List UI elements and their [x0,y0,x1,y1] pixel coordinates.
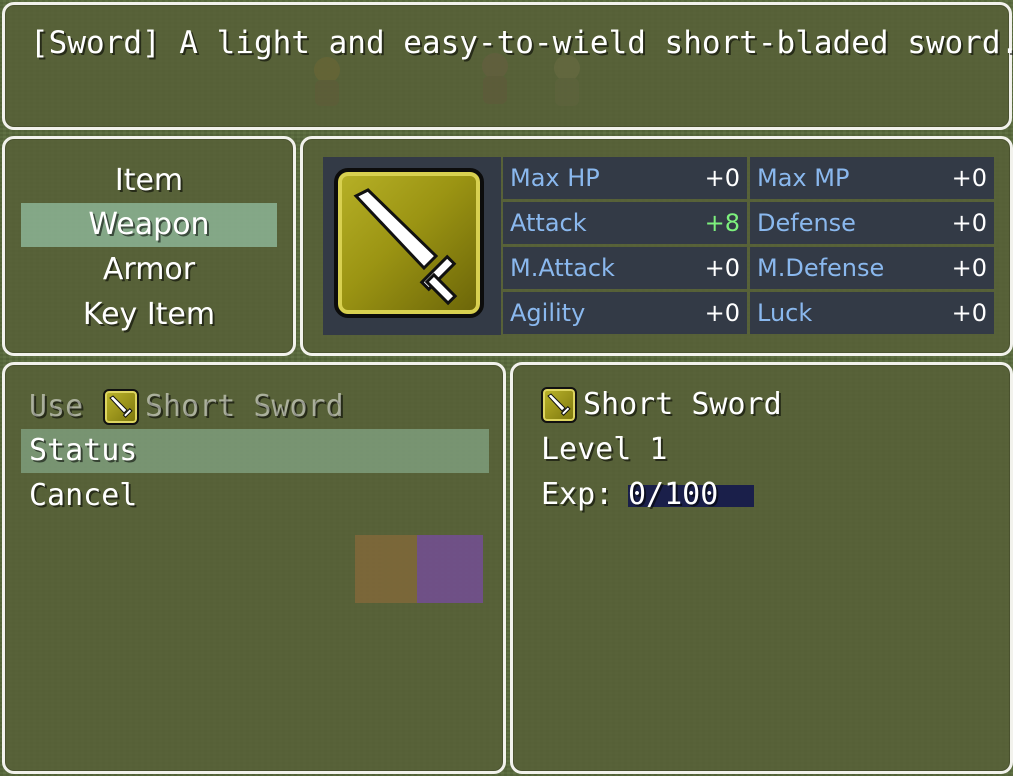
item-level: Level 1 [541,432,668,467]
stat-cell: M.Defense +0 [750,247,994,289]
stat-cell: Attack +8 [503,202,747,244]
item-command-window: Use Short Sword Status Cancel [2,362,506,774]
stat-label: Luck [757,299,813,327]
stat-cell: Max HP +0 [503,157,747,199]
stat-value: +0 [951,299,987,327]
stat-value: +0 [704,299,740,327]
item-detail-window: Short Sword Level 1 Exp: 0/100 [510,362,1013,774]
use-label: Use [29,389,84,424]
stat-label: Defense [757,209,856,237]
stat-cell: Luck +0 [750,292,994,334]
stat-value-increase: +8 [704,209,740,237]
sword-icon [334,168,484,318]
stat-value: +0 [951,209,987,237]
status-label: Status [29,433,138,468]
stat-cell: M.Attack +0 [503,247,747,289]
use-item-name: Short Sword [145,389,344,424]
use-item-command[interactable]: Use Short Sword [21,385,489,429]
item-description: [Sword] A light and easy-to-wield short-… [30,25,1013,61]
stat-value: +0 [951,254,987,282]
stat-label: Agility [510,299,586,327]
stat-label: Attack [510,209,587,237]
sword-icon [541,387,577,423]
item-icon-panel [323,157,501,335]
stat-label: M.Defense [757,254,885,282]
stat-value: +0 [704,254,740,282]
stat-cell: Max MP +0 [750,157,994,199]
category-armor[interactable]: Armor [21,248,277,292]
cancel-label: Cancel [29,478,138,513]
stat-cell: Agility +0 [503,292,747,334]
cancel-command[interactable]: Cancel [21,474,489,518]
equip-stats-window: Max HP +0 Max MP +0 Attack +8 Defense +0… [300,136,1013,356]
status-command[interactable]: Status [21,429,489,473]
item-name: Short Sword [583,387,782,422]
category-key-item[interactable]: Key Item [21,293,277,337]
stat-cell: Defense +0 [750,202,994,244]
category-weapon-selected[interactable]: Weapon [21,203,277,247]
stat-label: Max MP [757,164,850,192]
stat-label: M.Attack [510,254,615,282]
background-crate [355,535,487,603]
sword-icon [103,389,139,425]
category-item[interactable]: Item [21,159,277,203]
exp-value: 0/100 [628,477,719,512]
stat-value: +0 [951,164,987,192]
category-window: Item Weapon Armor Key Item [2,136,296,356]
stat-value: +0 [704,164,740,192]
exp-label: Exp: [541,477,614,512]
stat-label: Max HP [510,164,600,192]
help-window: [Sword] A light and easy-to-wield short-… [2,2,1013,130]
